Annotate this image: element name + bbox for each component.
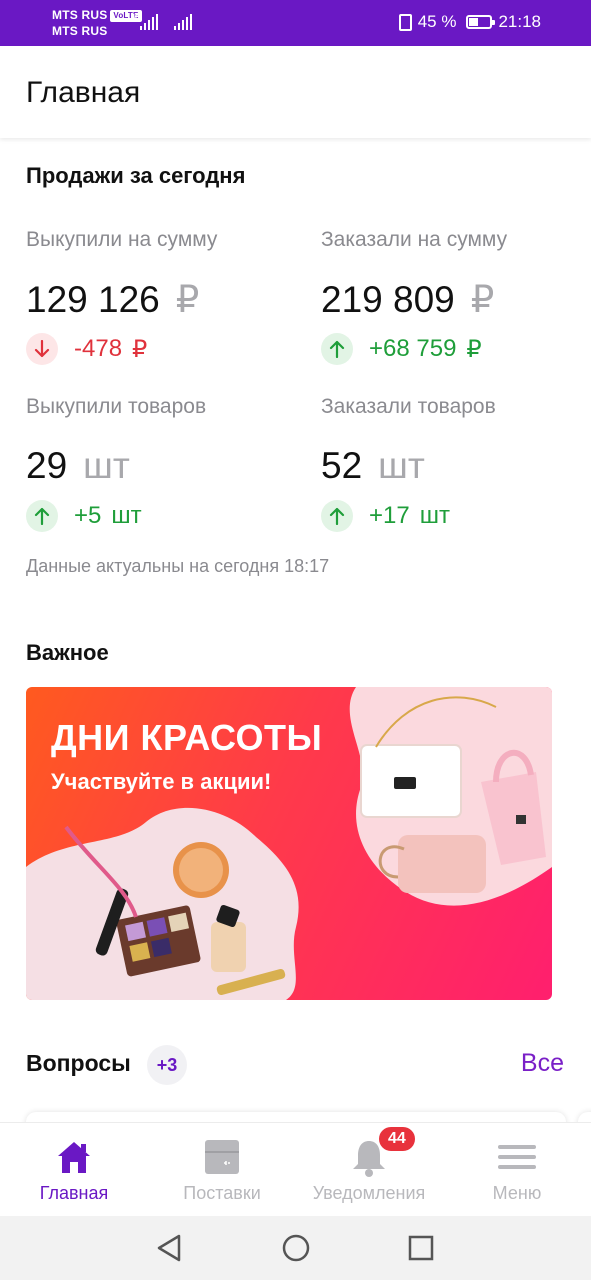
menu-icon	[498, 1145, 536, 1169]
metric-label: Заказали на сумму	[321, 228, 508, 251]
signal-icon-2	[174, 14, 192, 30]
questions-title: Вопросы	[26, 1050, 131, 1076]
nav-home[interactable]: Главная	[0, 1123, 148, 1217]
nav-supplies[interactable]: Поставки	[148, 1123, 296, 1217]
arrow-down-icon	[26, 333, 58, 365]
recents-icon[interactable]	[408, 1233, 434, 1263]
sales-section-title: Продажи за сегодня	[26, 163, 246, 188]
bottom-navigation: Главная Поставки 44 Уведомления Меню	[0, 1122, 591, 1216]
carrier-2: MTS RUS	[52, 24, 108, 38]
back-icon[interactable]	[155, 1233, 183, 1263]
vibrate-icon	[398, 13, 412, 31]
metric-label: Выкупили товаров	[26, 395, 207, 418]
metric-value: 29 шт	[26, 445, 130, 486]
metric-label: Заказали товаров	[321, 395, 496, 418]
nav-label: Уведомления	[312, 1183, 426, 1203]
status-right: 45 % 21:18	[398, 12, 541, 32]
carrier-info: MTS RUS VoLTE MTS RUS	[52, 7, 142, 39]
data-updated-note: Данные актуальны на сегодня 18:17	[26, 556, 330, 576]
signal-icon	[140, 14, 158, 30]
metric-value: 219 809 ₽	[321, 279, 495, 320]
metric-value: 129 126 ₽	[26, 279, 200, 320]
metric-value: 52 шт	[321, 445, 425, 486]
metric-delta: +17 шт	[321, 499, 591, 533]
page-title: Главная	[26, 76, 141, 109]
battery-percent: 45 %	[417, 12, 457, 31]
network-type: 4G	[131, 14, 141, 21]
arrow-up-icon	[26, 500, 58, 532]
nav-label: Меню	[492, 1183, 542, 1203]
banner-title: ДНИ КРАСОТЫ	[51, 717, 323, 758]
nav-menu[interactable]: Меню	[443, 1123, 591, 1217]
important-section-title: Важное	[26, 640, 109, 665]
metric-bought-items: Выкупили товаров 29 шт +5 шт	[26, 395, 296, 533]
home-icon	[58, 1142, 90, 1173]
questions-count-badge: +3	[147, 1045, 187, 1085]
banner-subtitle: Участвуйте в акции!	[51, 769, 272, 794]
promo-banner[interactable]: ДНИ КРАСОТЫ Участвуйте в акции!	[26, 687, 552, 1000]
metric-delta: -478 ₽	[26, 332, 296, 366]
box-icon	[205, 1140, 239, 1174]
home-button-icon[interactable]	[281, 1233, 311, 1263]
arrow-up-icon	[321, 500, 353, 532]
status-bar: MTS RUS VoLTE MTS RUS 4G 45 % 21:18	[0, 0, 591, 46]
metric-ordered-sum: Заказали на сумму 219 809 ₽ +68 759 ₽	[321, 228, 591, 366]
metric-bought-sum: Выкупили на сумму 129 126 ₽ -478 ₽	[26, 228, 296, 366]
carrier-1: MTS RUS	[52, 8, 108, 22]
metric-delta: +68 759 ₽	[321, 332, 591, 366]
metric-ordered-items: Заказали товаров 52 шт +17 шт	[321, 395, 591, 533]
battery-icon	[466, 15, 496, 29]
nav-label: Поставки	[183, 1183, 261, 1203]
clock: 21:18	[498, 12, 541, 31]
system-nav-bar	[0, 1216, 591, 1280]
questions-all-link[interactable]: Все	[521, 1049, 564, 1078]
nav-notifications[interactable]: 44 Уведомления	[295, 1123, 443, 1217]
metric-label: Выкупили на сумму	[26, 228, 218, 251]
arrow-up-icon	[321, 333, 353, 365]
app-bar: Главная	[0, 46, 591, 138]
metric-delta: +5 шт	[26, 499, 296, 533]
nav-label: Главная	[39, 1183, 109, 1203]
notifications-badge: 44	[377, 1125, 417, 1153]
